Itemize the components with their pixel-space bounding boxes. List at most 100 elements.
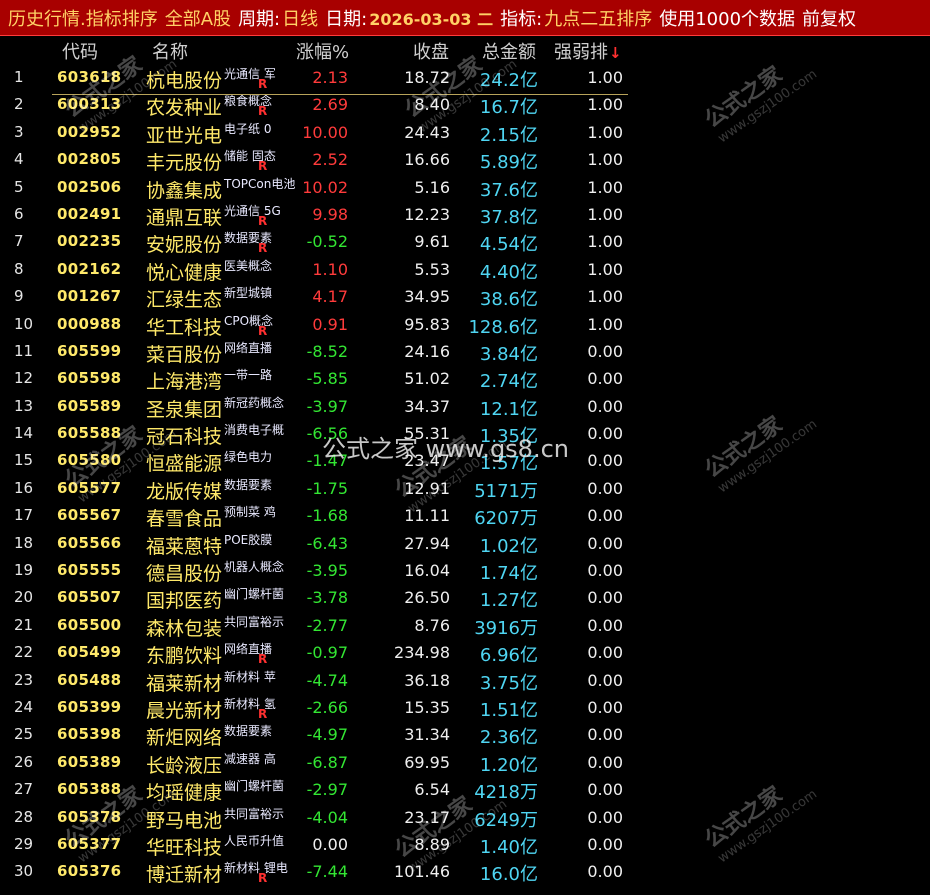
strength-rank: 1.00 bbox=[587, 150, 623, 170]
total-amount: 2.15亿 bbox=[479, 124, 538, 146]
total-amount: 1.74亿 bbox=[479, 563, 538, 585]
change-percent: -6.43 bbox=[306, 533, 348, 553]
adjust-mode[interactable]: 前复权 bbox=[802, 5, 856, 31]
total-amount: 4.40亿 bbox=[479, 261, 538, 283]
market-selector[interactable]: 全部A股 bbox=[165, 5, 231, 31]
close-price: 15.35 bbox=[404, 697, 450, 717]
period-value[interactable]: 日线 bbox=[282, 5, 318, 31]
change-percent: 9.98 bbox=[312, 204, 348, 224]
row-number: 2 bbox=[14, 95, 24, 114]
table-row[interactable]: 7 002235 安妮股份 数据要素 -0.52 9.61 4.54亿 1.00 R bbox=[0, 230, 930, 257]
change-percent: -2.97 bbox=[306, 780, 348, 800]
concept-tag: 数据要素 bbox=[224, 724, 273, 739]
close-price: 16.04 bbox=[404, 561, 450, 581]
close-price: 12.23 bbox=[404, 204, 450, 224]
row-number: 8 bbox=[14, 259, 24, 278]
concept-tag: POE胶膜 bbox=[224, 532, 273, 547]
close-price: 5.16 bbox=[414, 177, 450, 197]
change-percent: -4.74 bbox=[306, 670, 348, 690]
table-row[interactable]: 6 002491 通鼎互联 光通信 5G 9.98 12.23 37.8亿 1.00 R bbox=[0, 203, 930, 230]
total-amount: 38.6亿 bbox=[479, 289, 538, 311]
stock-code: 605507 bbox=[57, 588, 122, 607]
table-row[interactable]: 11 605599 菜百股份 网络直播 -8.52 24.16 3.84亿 0.00 bbox=[0, 340, 930, 367]
strength-rank: 1.00 bbox=[587, 287, 623, 307]
row-number: 14 bbox=[14, 424, 34, 443]
table-row[interactable]: 3 002952 亚世光电 电子纸 0 10.00 24.43 2.15亿 1.00 bbox=[0, 121, 930, 148]
stock-name: 华工科技 bbox=[146, 316, 223, 339]
stock-name: 龙版传媒 bbox=[146, 480, 223, 503]
stock-name: 德昌股份 bbox=[146, 563, 223, 586]
stock-code: 605589 bbox=[57, 396, 122, 415]
change-percent: 0.00 bbox=[312, 834, 348, 854]
table-row[interactable]: 17 605567 春雪食品 预制菜 鸡 -1.68 11.11 6207万 0.00 bbox=[0, 504, 930, 531]
stock-code: 605376 bbox=[57, 862, 122, 881]
total-amount: 4.54亿 bbox=[479, 234, 538, 256]
stock-name: 农发种业 bbox=[146, 97, 223, 120]
stock-name: 森林包装 bbox=[146, 617, 223, 640]
close-price: 9.61 bbox=[414, 232, 450, 252]
date-value[interactable]: 2026-03-03 二 bbox=[369, 6, 493, 30]
stock-code: 605566 bbox=[57, 533, 122, 552]
table-row[interactable]: 21 605500 森林包装 共同富裕示 -2.77 8.76 3916万 0.00 bbox=[0, 614, 930, 641]
change-percent: -8.52 bbox=[306, 341, 348, 361]
change-percent: 2.52 bbox=[312, 150, 348, 170]
total-amount: 6207万 bbox=[474, 508, 538, 530]
change-percent: 0.91 bbox=[312, 314, 348, 334]
col-header-code[interactable]: 代码 bbox=[62, 38, 98, 63]
table-row[interactable]: 30 605376 博迁新材 新材料 锂电 -7.44 101.46 16.0亿 0.00 R bbox=[0, 860, 930, 887]
close-price: 5.53 bbox=[414, 259, 450, 279]
row-number: 30 bbox=[14, 862, 34, 881]
table-row[interactable]: 16 605577 龙版传媒 数据要素 -1.75 12.91 5171万 0.00 bbox=[0, 477, 930, 504]
strength-rank: 0.00 bbox=[587, 341, 623, 361]
sort-desc-icon: ↓ bbox=[609, 44, 622, 62]
change-percent: -2.66 bbox=[306, 697, 348, 717]
table-row[interactable]: 5 002506 协鑫集成 TOPCon电池 10.02 5.16 37.6亿 1.00 bbox=[0, 176, 930, 203]
financing-r-icon: R bbox=[258, 652, 268, 667]
total-amount: 1.40亿 bbox=[479, 836, 538, 858]
financing-r-icon: R bbox=[258, 213, 268, 228]
table-row[interactable]: 23 605488 福莱新材 新材料 苹 -4.74 36.18 3.75亿 0.00 bbox=[0, 669, 930, 696]
stock-name: 华旺科技 bbox=[146, 836, 223, 859]
change-percent: -1.75 bbox=[306, 478, 348, 498]
table-row[interactable]: 24 605399 晨光新材 新材料 氢 -2.66 15.35 1.51亿 0.00 R bbox=[0, 696, 930, 723]
strength-rank: 0.00 bbox=[587, 780, 623, 800]
stock-code: 605555 bbox=[57, 561, 122, 580]
table-row[interactable]: 4 002805 丰元股份 储能 固态 2.52 16.66 5.89亿 1.00 R bbox=[0, 148, 930, 175]
col-header-close[interactable]: 收盘 bbox=[413, 38, 449, 63]
table-row[interactable]: 10 000988 华工科技 CPO概念 0.91 95.83 128.6亿 1.00 R bbox=[0, 313, 930, 340]
financing-r-icon: R bbox=[258, 706, 268, 721]
table-row[interactable]: 18 605566 福莱蒽特 POE胶膜 -6.43 27.94 1.02亿 0.00 bbox=[0, 532, 930, 559]
table-row[interactable]: 8 002162 悦心健康 医美概念 1.10 5.53 4.40亿 1.00 bbox=[0, 258, 930, 285]
col-header-strength[interactable]: 强弱排↓ bbox=[554, 38, 622, 63]
table-row[interactable]: 19 605555 德昌股份 机器人概念 -3.95 16.04 1.74亿 0.00 bbox=[0, 559, 930, 586]
table-row[interactable]: 20 605507 国邦医药 幽门螺杆菌 -3.78 26.50 1.27亿 0.00 bbox=[0, 586, 930, 613]
indicator-value[interactable]: 九点二五排序 bbox=[544, 5, 652, 31]
strength-rank: 1.00 bbox=[587, 204, 623, 224]
change-percent: 4.17 bbox=[312, 287, 348, 307]
table-row[interactable]: 25 605398 新炬网络 数据要素 -4.97 31.34 2.36亿 0.00 bbox=[0, 723, 930, 750]
close-price: 24.16 bbox=[404, 341, 450, 361]
strength-rank: 0.00 bbox=[587, 615, 623, 635]
change-percent: -3.97 bbox=[306, 396, 348, 416]
table-row[interactable]: 12 605598 上海港湾 一带一路 -5.85 51.02 2.74亿 0.00 bbox=[0, 367, 930, 394]
stock-code: 000988 bbox=[57, 314, 122, 333]
close-price: 6.54 bbox=[414, 780, 450, 800]
table-row[interactable]: 22 605499 东鹏饮料 网络直播 -0.97 234.98 6.96亿 0.00 R bbox=[0, 641, 930, 668]
stock-code: 002805 bbox=[57, 150, 122, 169]
row-number: 28 bbox=[14, 807, 34, 826]
stock-code: 605399 bbox=[57, 697, 122, 716]
close-price: 26.50 bbox=[404, 588, 450, 608]
total-amount: 1.27亿 bbox=[479, 590, 538, 612]
row-number: 10 bbox=[14, 314, 34, 333]
col-header-change[interactable]: 涨幅% bbox=[296, 38, 349, 63]
total-amount: 1.20亿 bbox=[479, 754, 538, 776]
row-number: 11 bbox=[14, 341, 34, 360]
row-number: 29 bbox=[14, 834, 34, 853]
stock-name: 春雪食品 bbox=[146, 508, 223, 531]
stock-code: 002491 bbox=[57, 204, 122, 223]
table-row[interactable]: 9 001267 汇绿生态 新型城镇 4.17 34.95 38.6亿 1.00 bbox=[0, 285, 930, 312]
row-number: 27 bbox=[14, 780, 34, 799]
close-price: 95.83 bbox=[404, 314, 450, 334]
close-price: 8.76 bbox=[414, 615, 450, 635]
total-amount: 2.36亿 bbox=[479, 727, 538, 749]
